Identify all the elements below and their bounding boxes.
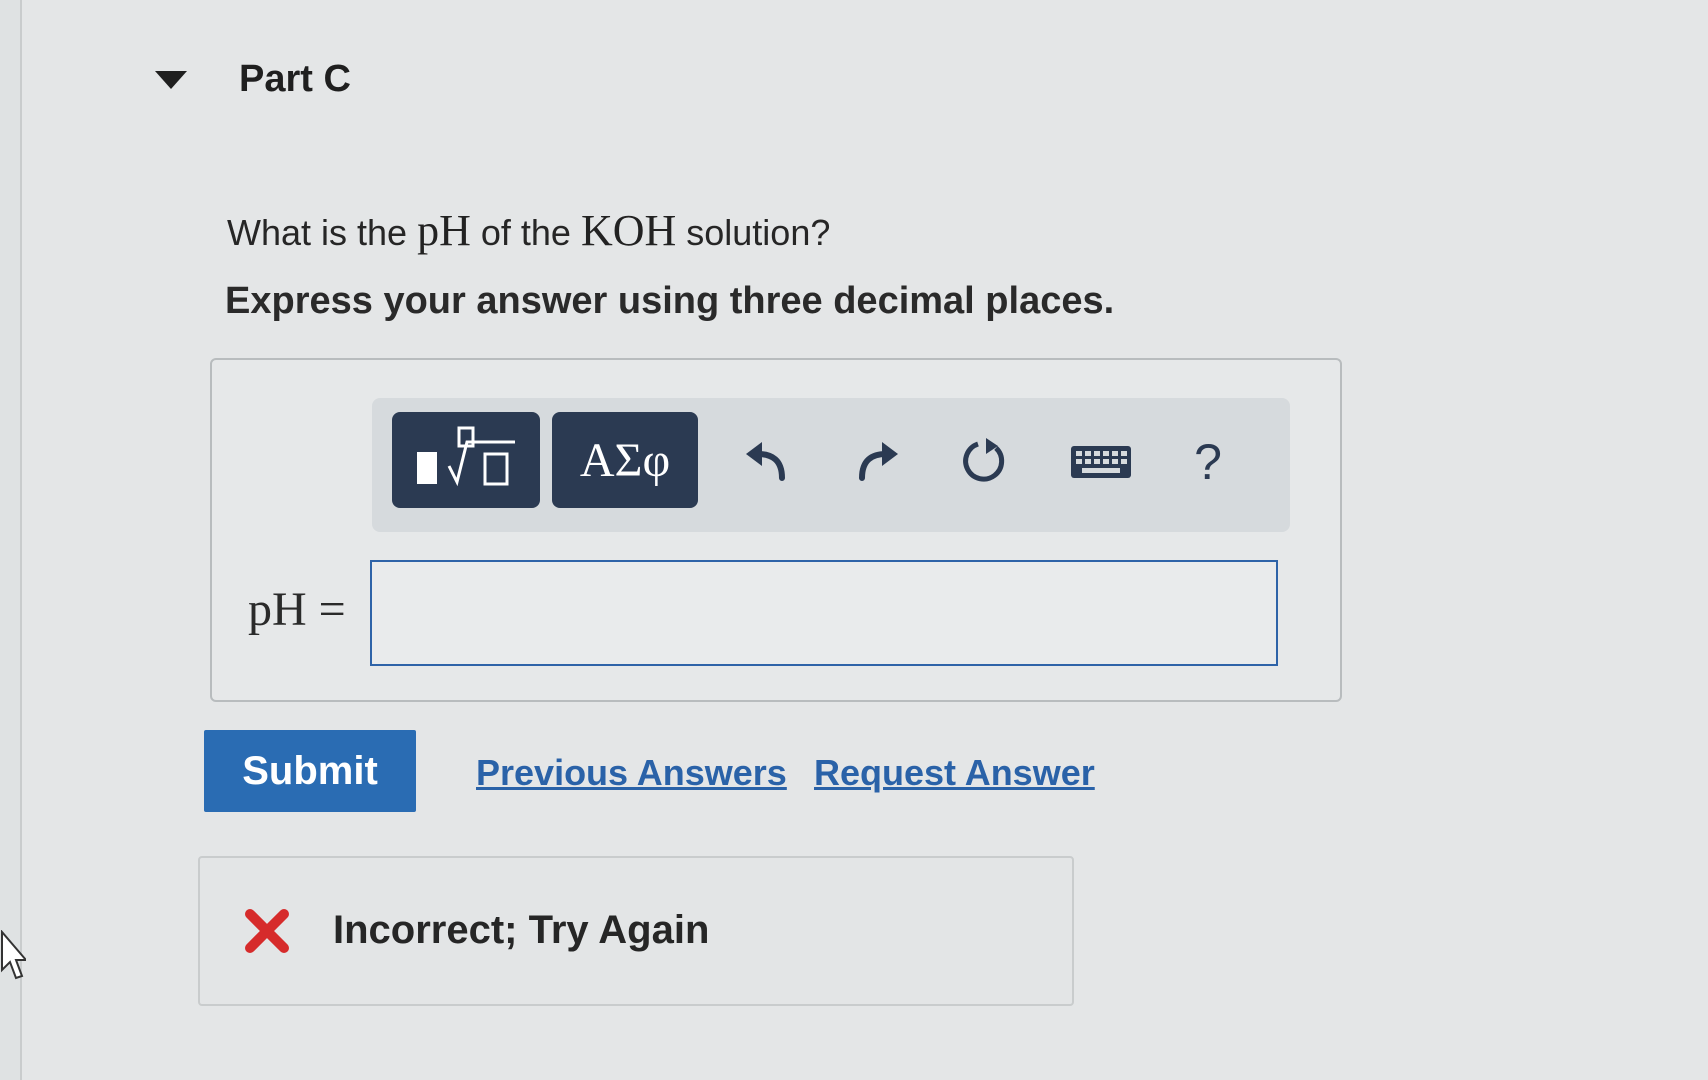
undo-icon[interactable] [730,418,802,506]
greek-symbols-button[interactable]: ΑΣφ [552,412,698,508]
fraction-radical-template-icon [417,426,515,487]
question-suffix: solution? [686,212,831,253]
feedback-box: Incorrect; Try Again [198,856,1074,1006]
redo-icon[interactable] [842,418,914,506]
question-math-ph: pH [417,206,471,255]
submit-button[interactable]: Submit [204,730,416,812]
feedback-text: Incorrect; Try Again [333,908,710,952]
help-icon[interactable]: ? [1172,418,1244,506]
red-x-icon [245,909,289,953]
question-prefix: What is the [227,212,408,253]
keyboard-icon[interactable] [1058,418,1144,506]
math-toolbar: ΑΣφ ? [372,398,1290,532]
previous-answers-link[interactable]: Previous Answers [476,752,787,794]
question-text: What is the pH of the KOH solution? [227,205,830,256]
question-middle: of the [480,212,571,253]
request-answer-link[interactable]: Request Answer [814,752,1095,794]
question-panel: Part C What is the pH of the KOH solutio… [20,0,1708,1080]
instruction-text: Express your answer using three decimal … [225,280,1115,322]
reset-icon[interactable] [948,418,1020,506]
template-button[interactable] [392,412,540,508]
collapse-caret-icon[interactable] [155,70,187,89]
part-header[interactable]: Part C [155,58,351,101]
part-title: Part C [239,58,351,100]
question-math-koh: KOH [580,206,677,255]
mouse-cursor-icon [1,930,26,980]
answer-box: ΑΣφ ? pH = [210,358,1342,702]
answer-label: pH = [248,583,346,636]
ph-answer-input[interactable] [370,560,1278,666]
